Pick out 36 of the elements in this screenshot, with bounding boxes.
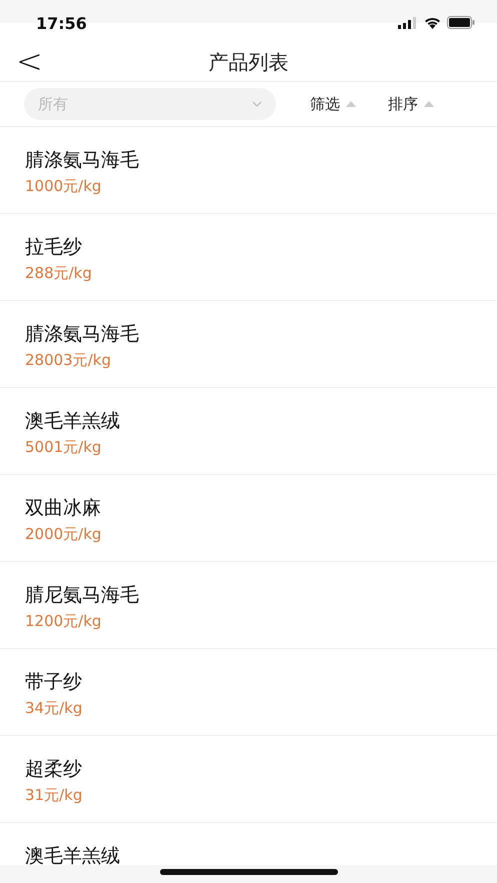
product-name: 双曲冰麻 — [25, 496, 102, 521]
product-price: 5001元/kg — [25, 438, 102, 457]
product-name: 腈尼氨马海毛 — [25, 583, 140, 608]
product-price: 2000元/kg — [25, 525, 102, 544]
product-row[interactable]: 带子纱 34元/kg — [0, 649, 497, 736]
product-price: 1200元/kg — [25, 612, 102, 631]
product-name: 拉毛纱 — [25, 235, 83, 260]
product-row[interactable]: 腈涤氨马海毛 1000元/kg — [0, 127, 497, 214]
product-name: 澳毛羊羔绒 — [25, 409, 121, 434]
status-time: 17:56 — [36, 14, 87, 33]
product-name: 腈涤氨马海毛 — [25, 322, 140, 347]
triangle-icon — [424, 101, 434, 107]
product-price: 28003元/kg — [25, 351, 112, 370]
product-row[interactable]: 双曲冰麻 2000元/kg — [0, 475, 497, 562]
product-price: 31元/kg — [25, 786, 84, 805]
back-button[interactable]: < — [16, 44, 43, 78]
filter-button[interactable]: 筛选 — [310, 94, 356, 114]
page-title: 产品列表 — [208, 48, 288, 76]
filter-button[interactable]: 排序 — [388, 94, 434, 114]
product-row[interactable]: 超柔纱 31元/kg — [0, 736, 497, 823]
product-price: 34元/kg — [25, 699, 84, 718]
chevron-down-icon — [252, 101, 262, 107]
signal-icon — [398, 16, 418, 28]
product-name: 超柔纱 — [25, 757, 83, 782]
product-name: 带子纱 — [25, 670, 83, 695]
product-row[interactable]: 澳毛羊羔绒 5001元/kg — [0, 388, 497, 475]
product-row[interactable]: 腈尼氨马海毛 1200元/kg — [0, 562, 497, 649]
product-name: 腈涤氨马海毛 — [25, 148, 140, 173]
wifi-icon — [424, 16, 441, 28]
product-row[interactable]: 拉毛纱 288元/kg — [0, 214, 497, 301]
product-name: 澳毛羊羔绒 — [25, 844, 121, 865]
triangle-icon — [346, 101, 356, 107]
product-price: 288元/kg — [25, 264, 93, 283]
battery-icon — [447, 16, 475, 29]
product-price: 1000元/kg — [25, 177, 102, 196]
product-row[interactable]: 腈涤氨马海毛 28003元/kg — [0, 301, 497, 388]
